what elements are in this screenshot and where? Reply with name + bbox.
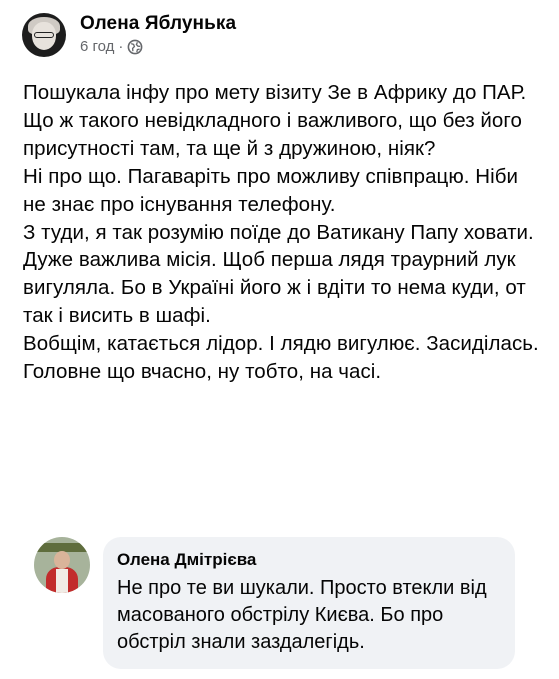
globe-icon[interactable] [127,39,143,55]
comment: Олена Дмітрієва Не про те ви шукали. Про… [34,537,515,669]
post-paragraph: Ні про що. Пагаваріть про можливу співпр… [23,164,519,216]
comment-author[interactable]: Олена Дмітрієва [117,549,491,571]
author-block: Олена Яблунька 6 год · [80,12,236,57]
meta-separator: · [118,38,124,55]
post-paragraph: Вобщім, катається лідор. І лядю вигулює.… [23,332,539,356]
post-timestamp[interactable]: 6 год [80,37,114,57]
post-body: Пошукала інфу про мету візиту Зе в Африк… [23,79,543,386]
author-avatar[interactable] [22,12,66,57]
commenter-avatar[interactable] [34,537,90,593]
post-paragraph: Головне що вчасно, ну тобто, на часі. [23,360,382,384]
post-paragraph: Пошукала інфу про мету візиту Зе в Африк… [23,81,527,160]
post-meta: 6 год · [80,37,236,57]
post-header: Олена Яблунька 6 год · [22,12,236,57]
comment-text: Не про те ви шукали. Просто втекли від м… [117,577,487,653]
comment-bubble: Олена Дмітрієва Не про те ви шукали. Про… [103,537,515,669]
author-name[interactable]: Олена Яблунька [80,12,236,36]
post-paragraph: З туди, я так розумію поїде до Ватикану … [23,220,534,328]
